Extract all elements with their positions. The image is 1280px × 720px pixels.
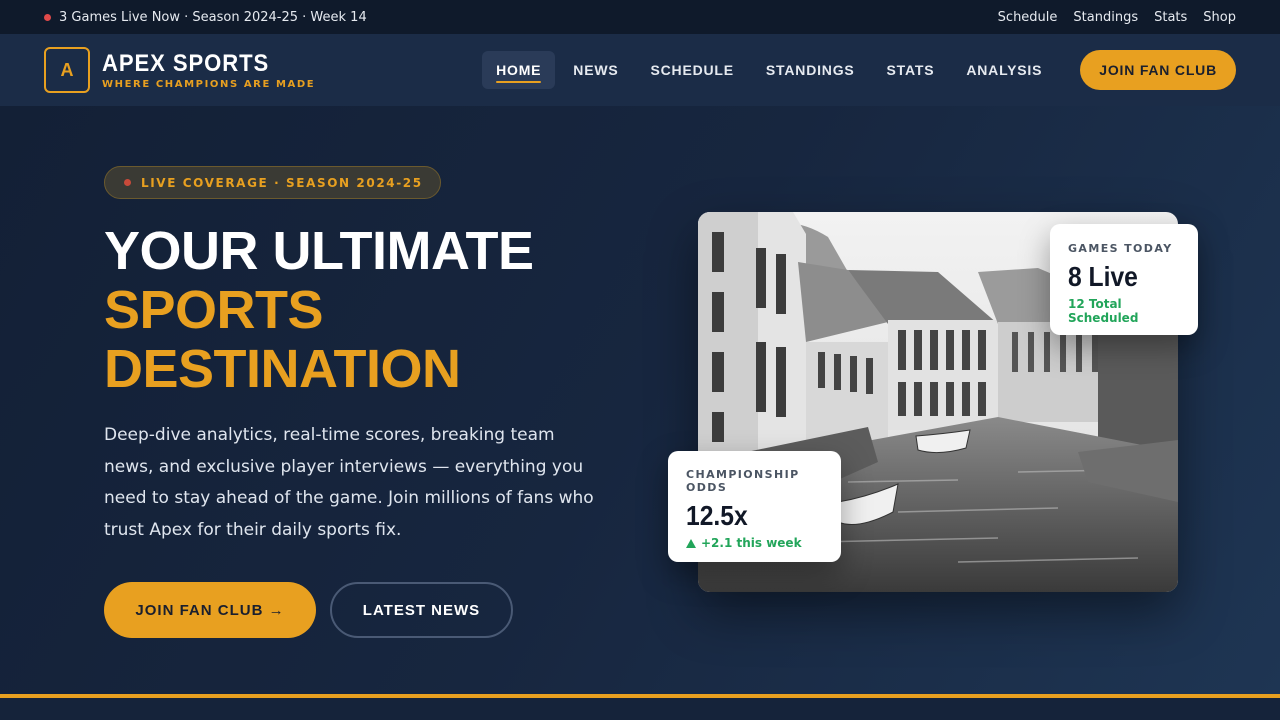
- main-nav: HOME NEWS SCHEDULE STANDINGS STATS ANALY…: [482, 50, 1236, 90]
- games-today-value: 8 Live: [1068, 261, 1138, 292]
- badge-text: LIVE COVERAGE · SEASON 2024-25: [141, 175, 423, 190]
- utility-link-stats[interactable]: Stats: [1154, 10, 1187, 25]
- utility-link-schedule[interactable]: Schedule: [998, 10, 1058, 25]
- utility-link-shop[interactable]: Shop: [1203, 10, 1236, 25]
- games-today-label: GAMES TODAY: [1068, 242, 1173, 255]
- live-coverage-badge: LIVE COVERAGE · SEASON 2024-25: [104, 166, 441, 199]
- headline-line-2: SPORTS: [104, 280, 324, 340]
- live-dot-icon: [44, 13, 51, 21]
- logo-mark[interactable]: A: [44, 47, 90, 93]
- championship-odds-card[interactable]: CHAMPIONSHIP ODDS 12.5x +2.1 this week: [668, 451, 841, 562]
- brand-name: APEX SPORTS: [102, 49, 270, 77]
- nav-schedule[interactable]: SCHEDULE: [637, 51, 748, 89]
- nav-standings[interactable]: STANDINGS: [752, 51, 869, 89]
- join-fan-club-button[interactable]: JOIN FAN CLUB →: [104, 582, 316, 638]
- utility-links: Schedule Standings Stats Shop: [998, 10, 1236, 25]
- live-status: 3 Games Live Now · Season 2024-25 · Week…: [44, 10, 367, 25]
- main-header: A APEX SPORTS WHERE CHAMPIONS ARE MADE H…: [0, 34, 1280, 106]
- bottom-strip: [0, 698, 1280, 720]
- odds-label: CHAMPIONSHIP ODDS: [686, 468, 800, 494]
- nav-home[interactable]: HOME: [482, 51, 556, 89]
- badge-dot-icon: [124, 179, 131, 186]
- live-status-text: 3 Games Live Now · Season 2024-25 · Week…: [59, 9, 367, 25]
- utility-link-standings[interactable]: Standings: [1073, 10, 1138, 25]
- nav-news[interactable]: NEWS: [559, 51, 632, 89]
- hero-section: LIVE COVERAGE · SEASON 2024-25 YOUR ULTI…: [0, 106, 1280, 694]
- games-today-sub: 12 Total Scheduled: [1068, 297, 1139, 325]
- odds-change-text: +2.1 this week: [701, 536, 802, 550]
- logo-text[interactable]: APEX SPORTS WHERE CHAMPIONS ARE MADE: [102, 49, 316, 90]
- top-bar: 3 Games Live Now · Season 2024-25 · Week…: [0, 0, 1280, 34]
- nav-stats[interactable]: STATS: [873, 51, 949, 89]
- games-today-card[interactable]: GAMES TODAY 8 Live 12 Total Scheduled: [1050, 224, 1198, 335]
- nav-analysis[interactable]: ANALYSIS: [952, 51, 1056, 89]
- odds-change: +2.1 this week: [686, 536, 823, 550]
- brand-tagline: WHERE CHAMPIONS ARE MADE: [102, 78, 316, 90]
- latest-news-button[interactable]: LATEST NEWS: [330, 582, 513, 638]
- hero-headline: YOUR ULTIMATE SPORTS DESTINATION: [104, 221, 534, 399]
- trend-up-icon: [686, 538, 696, 548]
- hero-description: Deep-dive analytics, real-time scores, b…: [104, 425, 594, 540]
- join-fan-club-nav-button[interactable]: JOIN FAN CLUB: [1080, 50, 1236, 90]
- headline-line-1: YOUR ULTIMATE: [104, 221, 534, 281]
- headline-line-3: DESTINATION: [104, 339, 461, 399]
- odds-value: 12.5x: [686, 500, 748, 531]
